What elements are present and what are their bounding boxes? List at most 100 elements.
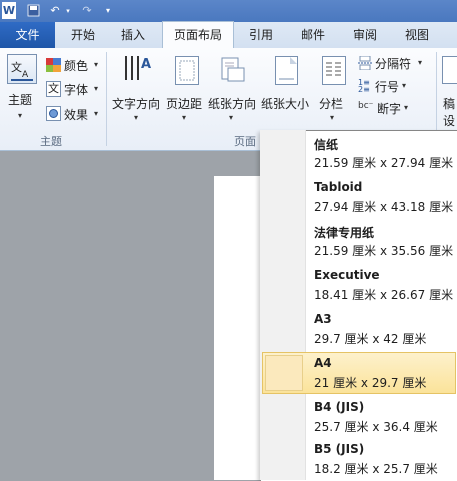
fonts-icon: 文 [46, 81, 61, 97]
text-direction-button[interactable]: A 文字方向 ▾ [112, 52, 164, 126]
effects-dropdown-icon: ▾ [94, 109, 99, 118]
hyphenation-icon: bc⁻ [358, 101, 374, 111]
colors-dropdown-icon: ▾ [94, 60, 99, 69]
group-separator [106, 52, 107, 146]
tab-label: 插入 [120, 28, 145, 42]
word-app-icon[interactable]: W [2, 2, 16, 19]
hyphenation-label: 断字 [377, 102, 402, 116]
tab-page-layout[interactable]: 页面布局 [162, 21, 234, 49]
title-bar: W ↶ ▾ ↷ ▾ [0, 0, 457, 22]
menu-item-tabloid[interactable]: Tabloid 27.94 厘米 x 43.18 厘米 [262, 176, 456, 218]
paper-name: B5 (JIS) [314, 442, 365, 456]
watermark-label: 稿 [443, 97, 456, 111]
undo-dropdown-icon[interactable]: ▾ [64, 2, 72, 19]
menu-item-b4-jis[interactable]: B4 (JIS) 25.7 厘米 x 36.4 厘米 [262, 396, 456, 438]
tab-label: 邮件 [300, 28, 325, 42]
margins-icon [175, 56, 199, 85]
effects-button[interactable]: 效果 ▾ [46, 105, 104, 123]
menu-item-executive[interactable]: Executive 18.41 厘米 x 26.67 厘米 [262, 264, 456, 306]
tab-label: 审阅 [352, 28, 377, 42]
tab-label: 文件 [15, 28, 40, 42]
paper-name: 法律专用纸 [314, 226, 375, 240]
paper-dimensions: 27.94 厘米 x 43.18 厘米 [314, 200, 454, 214]
margins-label: 页边距 [166, 97, 203, 111]
themes-button[interactable]: 文A 主题 ▾ [3, 52, 39, 126]
orientation-button[interactable]: 纸张方向 ▾ [208, 52, 258, 126]
margins-dropdown-icon: ▾ [182, 113, 187, 122]
fonts-dropdown-icon: ▾ [94, 84, 99, 93]
themes-icon: 文A [7, 54, 37, 84]
orientation-label: 纸张方向 [208, 97, 257, 111]
colors-label: 颜色 [64, 59, 89, 73]
tab-references[interactable]: 引用 [238, 22, 284, 48]
colors-button[interactable]: 颜色 ▾ [46, 56, 104, 74]
hyphenation-dropdown-icon: ▾ [404, 103, 409, 112]
orientation-dropdown-icon: ▾ [229, 113, 234, 122]
save-icon[interactable] [26, 2, 40, 19]
columns-button[interactable]: 分栏 ▾ [316, 52, 352, 126]
paper-dimensions: 21.59 厘米 x 35.56 厘米 [314, 244, 454, 258]
tab-view[interactable]: 视图 [394, 22, 440, 48]
paper-dimensions: 25.7 厘米 x 36.4 厘米 [314, 420, 438, 434]
paper-name: A4 [314, 356, 332, 370]
menu-item-letter[interactable]: 信纸 21.59 厘米 x 27.94 厘米 [262, 132, 456, 174]
svg-text:A: A [141, 57, 151, 72]
paper-name: A3 [314, 312, 332, 326]
size-button[interactable]: 纸张大小 [261, 52, 311, 126]
menu-item-b5-jis[interactable]: B5 (JIS) 18.2 厘米 x 25.7 厘米 [262, 438, 456, 480]
undo-icon[interactable]: ↶ [48, 2, 62, 19]
themes-label: 主题 [8, 93, 33, 107]
line-numbers-dropdown-icon: ▾ [402, 81, 407, 90]
tab-mailings[interactable]: 邮件 [290, 22, 336, 48]
page-setup-group-label: 页面 [234, 135, 256, 148]
tab-insert[interactable]: 插入 [110, 22, 156, 48]
paper-dimensions: 18.2 厘米 x 25.7 厘米 [314, 462, 438, 476]
tab-label: 页面布局 [173, 28, 222, 42]
menu-item-a4[interactable]: A4 21 厘米 x 29.7 厘米 [262, 352, 456, 394]
line-numbers-icon: 1≡ 2≡ [358, 78, 370, 94]
ribbon-tabs: 文件 开始 插入 页面布局 引用 邮件 审阅 视图 [0, 21, 457, 49]
size-icon [275, 56, 298, 85]
line-numbers-button[interactable]: 1≡ 2≡ 行号 ▾ [358, 77, 430, 95]
columns-icon [322, 56, 346, 85]
orientation-icon [220, 56, 246, 84]
columns-dropdown-icon: ▾ [330, 113, 335, 122]
paper-name: Executive [314, 268, 380, 282]
customize-qat-icon[interactable]: ▾ [103, 2, 113, 19]
themes-group-label: 主题 [40, 135, 62, 148]
tab-review[interactable]: 审阅 [342, 22, 388, 48]
tab-label: 视图 [404, 28, 429, 42]
menu-item-a3[interactable]: A3 29.7 厘米 x 42 厘米 [262, 308, 456, 350]
paper-dimensions: 18.41 厘米 x 26.67 厘米 [314, 288, 454, 302]
paper-name: 信纸 [314, 138, 339, 152]
effects-label: 效果 [64, 108, 89, 122]
columns-label: 分栏 [319, 97, 344, 111]
redo-icon[interactable]: ↷ [80, 2, 94, 19]
breaks-button[interactable]: 分隔符 ▾ [358, 54, 430, 72]
effects-icon [46, 106, 61, 121]
paper-dimensions: 21.59 厘米 x 27.94 厘米 [314, 156, 454, 170]
tab-label: 开始 [70, 28, 95, 42]
svg-text:A: A [22, 70, 29, 80]
breaks-label: 分隔符 [375, 57, 412, 71]
menu-item-legal[interactable]: 法律专用纸 21.59 厘米 x 35.56 厘米 [262, 220, 456, 262]
text-direction-label: 文字方向 [112, 97, 161, 111]
svg-text:文: 文 [11, 60, 22, 74]
tab-home[interactable]: 开始 [60, 22, 106, 48]
colors-icon [46, 58, 61, 72]
margins-button[interactable]: 页边距 ▾ [166, 52, 206, 126]
tab-label: 引用 [248, 28, 273, 42]
themes-dropdown-icon: ▾ [18, 111, 23, 120]
breaks-icon [358, 55, 372, 71]
paper-name: Tabloid [314, 180, 363, 194]
paper-dimensions: 29.7 厘米 x 42 厘米 [314, 332, 427, 346]
line-numbers-label: 行号 [375, 80, 400, 94]
hyphenation-button[interactable]: bc⁻ 断字 ▾ [358, 99, 430, 117]
app-icon-letter: W [2, 4, 16, 17]
fonts-button[interactable]: 文 字体 ▾ [46, 80, 104, 98]
text-direction-dropdown-icon: ▾ [134, 113, 139, 122]
size-label: 纸张大小 [261, 97, 310, 111]
text-direction-icon: A [122, 54, 154, 84]
tab-file[interactable]: 文件 [0, 22, 55, 48]
watermark-button[interactable]: 稿 设 [440, 52, 457, 128]
